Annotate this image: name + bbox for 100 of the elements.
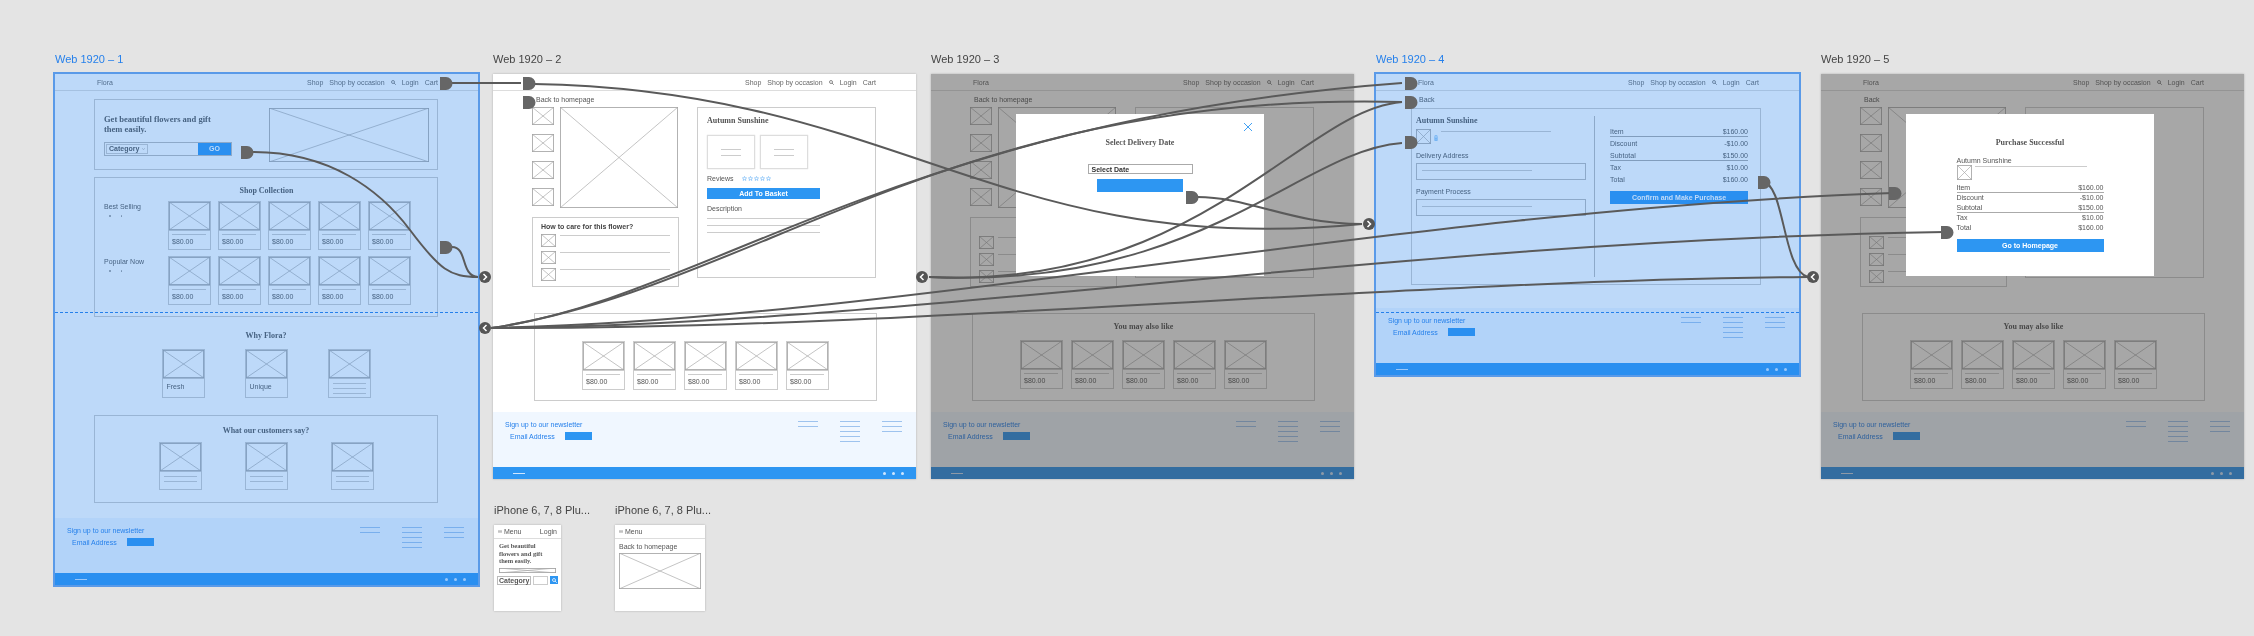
social-icon[interactable] — [2229, 471, 2232, 475]
artboard[interactable] — [1821, 74, 2244, 479]
close-icon[interactable] — [1243, 122, 1253, 132]
text-line-placeholder — [360, 527, 380, 528]
subscribe-button[interactable] — [126, 538, 154, 546]
subscribe-button[interactable] — [1447, 328, 1475, 336]
image-placeholder — [532, 188, 554, 206]
artboard[interactable] — [1376, 74, 1799, 375]
link-handle[interactable] — [1405, 77, 1418, 90]
social-icon[interactable] — [883, 471, 886, 475]
social-icon[interactable] — [1784, 367, 1787, 371]
text-line-placeholder — [2168, 421, 2188, 422]
search-icon[interactable] — [2156, 79, 2162, 85]
text-line-placeholder — [444, 537, 464, 538]
text-line-placeholder — [75, 578, 87, 580]
artboard-title[interactable]: iPhone 6, 7, 8 Plu... — [615, 503, 711, 517]
search-icon[interactable] — [828, 79, 834, 85]
text-line-placeholder — [840, 426, 860, 427]
text-line-placeholder — [163, 481, 197, 482]
social-icon[interactable] — [463, 577, 466, 581]
link-handle[interactable] — [1405, 96, 1418, 109]
social-icon[interactable] — [1321, 471, 1324, 475]
artboard-title[interactable]: Web 1920 – 2 — [493, 52, 562, 66]
image-placeholder — [1869, 236, 1884, 249]
text-line-placeholder — [322, 234, 356, 235]
text-line-placeholder — [739, 374, 773, 375]
text-line-placeholder — [1236, 426, 1256, 427]
social-icon[interactable] — [454, 577, 457, 581]
artboard-title[interactable]: Web 1920 – 1 — [55, 52, 124, 66]
social-icon[interactable] — [901, 471, 904, 475]
social-icon[interactable] — [2220, 471, 2223, 475]
social-icon[interactable] — [1766, 367, 1769, 371]
image-placeholder — [970, 161, 992, 179]
image-placeholder — [1021, 341, 1062, 370]
artboard-title[interactable]: Web 1920 – 5 — [1821, 52, 1890, 66]
link-handle[interactable] — [1941, 226, 1954, 239]
link-arrow-icon[interactable] — [916, 271, 928, 283]
link-handle[interactable] — [523, 77, 536, 90]
image-placeholder — [541, 251, 556, 264]
image-placeholder — [269, 257, 310, 286]
artboard-title[interactable]: Web 1920 – 3 — [931, 52, 1000, 66]
social-icon[interactable] — [1330, 471, 1333, 475]
image-placeholder — [1860, 188, 1882, 206]
text-line-placeholder — [798, 426, 818, 427]
image-placeholder — [2013, 341, 2054, 370]
link-arrow-icon[interactable] — [479, 322, 491, 334]
link-arrow-icon[interactable] — [1363, 218, 1375, 230]
text-line-placeholder — [444, 532, 464, 533]
link-handle[interactable] — [1405, 136, 1418, 149]
social-icon[interactable] — [892, 471, 895, 475]
text-line-placeholder — [1723, 322, 1743, 323]
social-icon[interactable] — [2211, 471, 2214, 475]
text-line-placeholder — [774, 154, 794, 156]
subscribe-button[interactable] — [564, 432, 592, 440]
subscribe-button[interactable] — [1892, 432, 1920, 440]
price-option[interactable] — [707, 135, 755, 169]
text-line-placeholder — [402, 547, 422, 548]
text-line-placeholder — [172, 234, 206, 235]
search-icon[interactable] — [390, 79, 396, 85]
address-field[interactable] — [1416, 163, 1586, 180]
text-line-placeholder — [272, 234, 306, 235]
image-placeholder — [532, 134, 554, 152]
image-placeholder — [319, 202, 360, 231]
payment-field[interactable] — [1416, 199, 1586, 216]
image-placeholder — [219, 257, 260, 286]
text-line-placeholder — [1236, 421, 1256, 422]
text-line-placeholder — [2210, 426, 2230, 427]
link-handle[interactable] — [241, 146, 254, 159]
image-placeholder — [1416, 129, 1431, 144]
artboard-title[interactable]: iPhone 6, 7, 8 Plu... — [494, 503, 590, 517]
image-placeholder — [159, 443, 201, 472]
text-line-placeholder — [2210, 431, 2230, 432]
link-handle[interactable] — [1889, 187, 1902, 200]
price-option[interactable] — [760, 135, 808, 169]
search-field[interactable] — [533, 575, 548, 585]
subscribe-button[interactable] — [1002, 432, 1030, 440]
social-icon[interactable] — [1775, 367, 1778, 371]
search-button[interactable] — [550, 576, 558, 584]
link-handle[interactable] — [523, 96, 536, 109]
text-line-placeholder — [332, 388, 366, 389]
image-placeholder — [1860, 134, 1882, 152]
link-arrow-icon[interactable] — [1807, 271, 1819, 283]
link-handle[interactable] — [1758, 176, 1771, 189]
search-icon[interactable] — [1711, 79, 1717, 85]
image-placeholder — [328, 350, 370, 379]
trash-icon[interactable] — [1434, 135, 1438, 141]
search-icon[interactable] — [1266, 79, 1272, 85]
link-handle[interactable] — [440, 77, 453, 90]
social-icon[interactable] — [445, 577, 448, 581]
text-line-placeholder — [1278, 441, 1298, 442]
link-arrow-icon[interactable] — [479, 271, 491, 283]
image-placeholder — [219, 202, 260, 231]
image-placeholder — [169, 257, 210, 286]
link-handle[interactable] — [440, 241, 453, 254]
image-placeholder — [736, 342, 777, 371]
link-handle[interactable] — [1186, 191, 1199, 204]
artboard[interactable] — [493, 74, 916, 479]
artboard-title[interactable]: Web 1920 – 4 — [1376, 52, 1445, 66]
text-line-placeholder — [1278, 436, 1298, 437]
social-icon[interactable] — [1339, 471, 1342, 475]
